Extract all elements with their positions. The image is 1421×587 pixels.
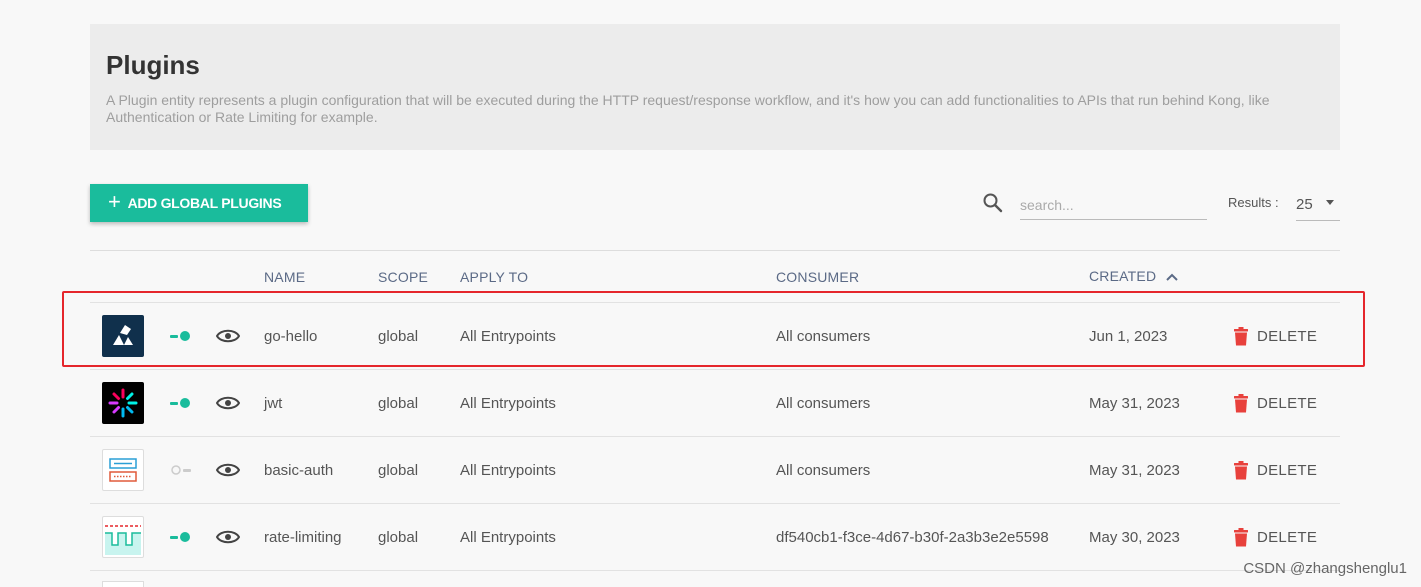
- eye-icon[interactable]: [216, 528, 240, 546]
- delete-button[interactable]: DELETE: [1233, 303, 1317, 369]
- plugin-apply-to: All Entrypoints: [460, 327, 556, 345]
- table-row: basic-auth global All Entrypoints All co…: [90, 436, 1340, 503]
- eye-icon[interactable]: [216, 394, 240, 412]
- plugin-created-date: May 31, 2023: [1089, 461, 1180, 479]
- plugin-name-link[interactable]: go-hello: [264, 303, 317, 369]
- plugin-name-link[interactable]: jwt: [264, 370, 282, 436]
- delete-button[interactable]: DELETE: [1233, 437, 1317, 503]
- toggle-on-icon[interactable]: [170, 397, 192, 409]
- delete-label: DELETE: [1257, 461, 1318, 479]
- consumer-link[interactable]: df540cb1-f3ce-4d67-b30f-2a3b3e2e5598: [776, 504, 1049, 570]
- eye-icon[interactable]: [216, 327, 240, 345]
- column-header-apply-to[interactable]: APPLY TO: [460, 269, 528, 285]
- page-header: Plugins A Plugin entity represents a plu…: [90, 24, 1340, 150]
- column-header-scope[interactable]: SCOPE: [378, 269, 428, 285]
- column-header-consumer[interactable]: CONSUMER: [776, 269, 859, 285]
- plugin-consumer: All consumers: [776, 327, 871, 345]
- table-divider: [90, 250, 1340, 251]
- trash-icon: [1234, 527, 1248, 546]
- table-row: go-hello global All Entrypoints All cons…: [90, 302, 1340, 369]
- caret-down-icon: [1326, 200, 1334, 205]
- plugin-scope: global: [378, 327, 419, 345]
- eye-icon[interactable]: [216, 461, 240, 479]
- table-row: [90, 570, 1340, 587]
- delete-button[interactable]: DELETE: [1233, 370, 1317, 436]
- column-header-created[interactable]: CREATED: [1089, 268, 1179, 284]
- toggle-on-icon[interactable]: [170, 330, 192, 342]
- results-label: Results :: [1228, 195, 1279, 210]
- table-row: jwt global All Entrypoints All consumers…: [90, 369, 1340, 436]
- add-global-plugins-button[interactable]: + ADD GLOBAL PLUGINS: [90, 184, 308, 222]
- trash-icon: [1234, 393, 1248, 412]
- trash-icon: [1234, 326, 1248, 345]
- plus-icon: +: [108, 189, 121, 214]
- plugin-scope: global: [378, 528, 419, 546]
- search-input[interactable]: [1020, 190, 1207, 220]
- plugin-apply-to: All Entrypoints: [460, 461, 556, 479]
- column-header-name[interactable]: NAME: [264, 269, 305, 285]
- add-global-plugins-label: ADD GLOBAL PLUGINS: [127, 195, 282, 211]
- plugin-created-date: May 30, 2023: [1089, 528, 1180, 546]
- kong-logo-icon: [102, 315, 144, 357]
- plugin-name-link[interactable]: basic-auth: [264, 437, 333, 503]
- delete-label: DELETE: [1257, 528, 1318, 546]
- column-header-created-label: CREATED: [1089, 268, 1157, 284]
- basic-auth-logo-icon: [102, 449, 144, 491]
- table-row: rate-limiting global All Entrypoints df5…: [90, 503, 1340, 570]
- plugin-consumer: All consumers: [776, 461, 871, 479]
- plugin-apply-to: All Entrypoints: [460, 528, 556, 546]
- plugin-consumer: All consumers: [776, 394, 871, 412]
- page-description: A Plugin entity represents a plugin conf…: [106, 92, 1270, 125]
- watermark: CSDN @zhangshenglu1: [1243, 560, 1407, 577]
- results-per-page-select[interactable]: 25: [1296, 188, 1340, 221]
- toggle-on-icon[interactable]: [170, 531, 192, 543]
- delete-label: DELETE: [1257, 327, 1318, 345]
- plugin-name-link[interactable]: rate-limiting: [264, 504, 342, 570]
- delete-label: DELETE: [1257, 394, 1318, 412]
- search-icon[interactable]: [982, 192, 1004, 214]
- trash-icon: [1234, 460, 1248, 479]
- page-title: Plugins: [106, 50, 200, 80]
- jwt-logo-icon: [102, 382, 144, 424]
- rate-limiting-logo-icon: [102, 516, 144, 558]
- plugin-apply-to: All Entrypoints: [460, 394, 556, 412]
- plugin-created-date: Jun 1, 2023: [1089, 327, 1168, 345]
- toggle-off-icon[interactable]: [170, 464, 192, 476]
- plugin-scope: global: [378, 461, 419, 479]
- plugin-logo-icon: [102, 581, 144, 587]
- sort-ascending-icon: [1166, 273, 1179, 282]
- plugin-created-date: May 31, 2023: [1089, 394, 1180, 412]
- plugin-scope: global: [378, 394, 419, 412]
- results-per-page-value: 25: [1296, 195, 1313, 213]
